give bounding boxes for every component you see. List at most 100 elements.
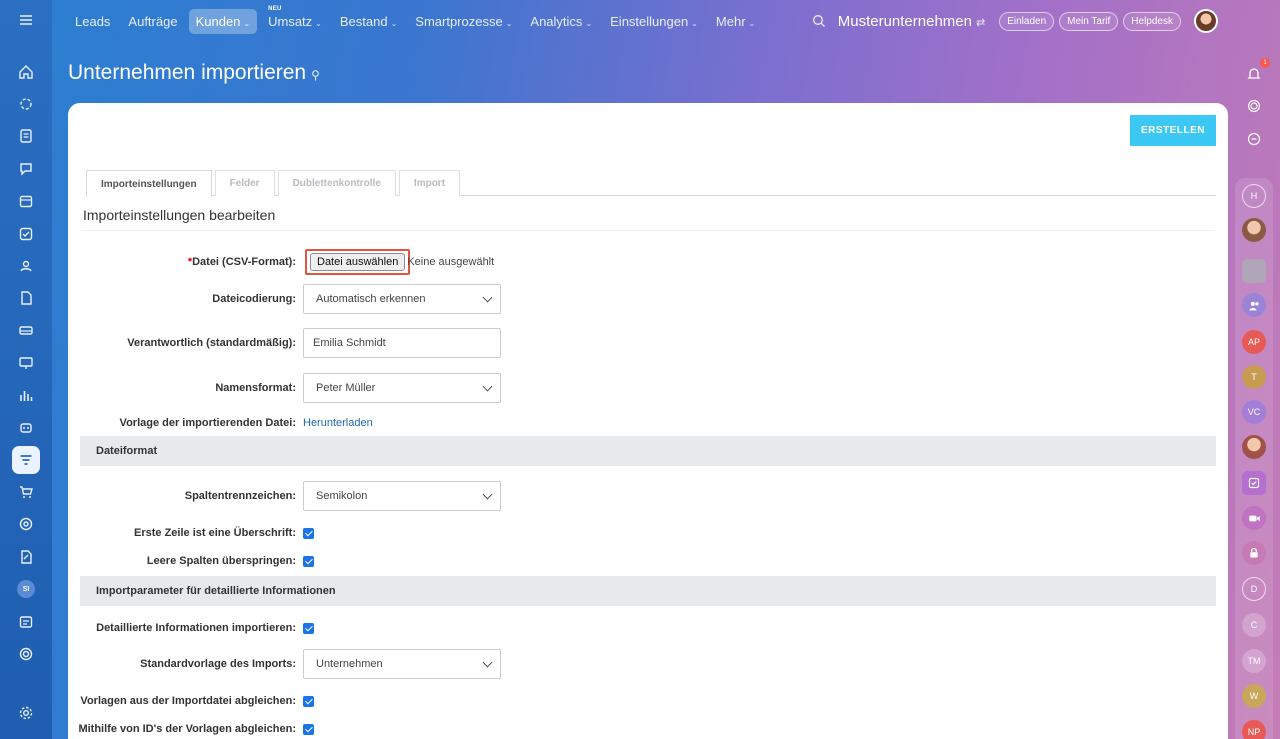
nav-item-6[interactable]: Analytics ⌄ bbox=[523, 9, 599, 34]
default-template-select[interactable]: Unternehmen bbox=[303, 649, 501, 679]
separator-select[interactable]: Semikolon bbox=[303, 481, 501, 511]
contact-w[interactable]: W bbox=[1242, 684, 1266, 708]
match-templates-checkbox[interactable] bbox=[303, 695, 314, 707]
top-navigation: Leads Aufträge Kunden ⌄ NEU Umsatz ⌄ Bestand ⌄ Sm… bbox=[52, 0, 1228, 42]
nav-label: Einstellungen bbox=[610, 13, 689, 29]
match-ids-checkbox[interactable] bbox=[303, 723, 314, 735]
download-link[interactable]: Herunterladen bbox=[303, 417, 373, 429]
chevron-down-icon: ⌄ bbox=[585, 18, 593, 28]
section-details: Importparameter für detaillierte Informa… bbox=[80, 576, 1216, 606]
nav-item-8[interactable]: Mehr ⌄ bbox=[709, 9, 762, 34]
tab-import-settings[interactable]: Importeinstellungen bbox=[86, 170, 212, 197]
document-icon[interactable] bbox=[12, 284, 40, 312]
user-avatar[interactable] bbox=[1194, 9, 1218, 33]
menu-icon[interactable] bbox=[12, 6, 40, 34]
match-templates-row: Vorlagen aus der Importdatei abgleichen: bbox=[68, 686, 768, 716]
inbox-icon[interactable] bbox=[12, 316, 40, 344]
contact-c[interactable]: C bbox=[1242, 613, 1266, 637]
shop-cart-icon[interactable] bbox=[12, 478, 40, 506]
contact-h[interactable]: H bbox=[1242, 184, 1266, 208]
separator-value: Semikolon bbox=[316, 490, 368, 502]
lock-icon[interactable] bbox=[1242, 541, 1266, 565]
company-name[interactable]: Musterunternehmen ⇄ bbox=[838, 13, 985, 30]
skipempty-row: Leere Spalten überspringen: bbox=[68, 546, 768, 576]
contact-avatar-photo[interactable] bbox=[1242, 218, 1266, 242]
contact-ap[interactable]: AP bbox=[1242, 330, 1266, 354]
contact-t[interactable]: T bbox=[1242, 365, 1266, 389]
tab-fields[interactable]: Felder bbox=[214, 170, 275, 196]
choose-file-button[interactable]: Datei auswählen bbox=[310, 253, 406, 271]
contact-vc[interactable]: VC bbox=[1242, 400, 1266, 424]
firstrow-checkbox[interactable] bbox=[303, 527, 314, 539]
tab-duplicate-control[interactable]: Dublettenkontrolle bbox=[277, 170, 396, 196]
contact-group-photo[interactable] bbox=[1242, 259, 1266, 283]
video-call-icon[interactable] bbox=[1242, 506, 1266, 530]
nav-item-0[interactable]: Leads bbox=[68, 9, 117, 34]
responsible-value: Emilia Schmidt bbox=[313, 337, 386, 349]
checklist-icon[interactable] bbox=[12, 220, 40, 248]
analytics-icon[interactable] bbox=[12, 381, 40, 409]
presentation-icon[interactable] bbox=[12, 349, 40, 377]
import-tabs: Importeinstellungen Felder Dublettenkont… bbox=[86, 170, 1216, 197]
invite-button[interactable]: Einladen bbox=[999, 11, 1055, 31]
search-icon[interactable] bbox=[812, 14, 826, 28]
feed-icon[interactable] bbox=[12, 90, 40, 118]
nav-label: Umsatz bbox=[268, 13, 313, 29]
contact-tm[interactable]: TM bbox=[1242, 649, 1266, 673]
chevron-down-icon bbox=[482, 489, 493, 500]
target-icon[interactable] bbox=[12, 510, 40, 538]
match-ids-label: Mithilfe von ID's der Vorlagen abgleiche… bbox=[78, 723, 296, 735]
fingerprint-icon[interactable] bbox=[1242, 94, 1266, 118]
group-people-icon[interactable] bbox=[1242, 293, 1266, 317]
create-button[interactable]: ERSTELLEN bbox=[1130, 115, 1216, 146]
plan-button[interactable]: Mein Tarif bbox=[1059, 11, 1119, 31]
chevron-down-icon bbox=[482, 292, 493, 303]
details-row: Detaillierte Informationen importieren: bbox=[68, 613, 768, 643]
support-icon[interactable] bbox=[12, 640, 40, 668]
contacts-icon[interactable] bbox=[12, 252, 40, 280]
search-chat-icon[interactable] bbox=[1242, 127, 1266, 151]
template-row: Vorlage der importierenden Datei: Herunt… bbox=[68, 408, 768, 438]
file-input[interactable]: Datei auswählen bbox=[305, 249, 411, 275]
left-sidebar: SI bbox=[0, 0, 52, 739]
crm-filter-icon[interactable] bbox=[12, 446, 40, 474]
encoding-select[interactable]: Automatisch erkennen bbox=[303, 284, 501, 314]
sign-document-icon[interactable] bbox=[12, 543, 40, 571]
settings-gear-icon[interactable] bbox=[12, 699, 40, 727]
task-check-icon[interactable] bbox=[1242, 471, 1266, 495]
default-template-value: Unternehmen bbox=[316, 658, 383, 670]
tasks-icon[interactable] bbox=[12, 122, 40, 150]
nameformat-select[interactable]: Peter Müller bbox=[303, 373, 501, 403]
tab-import[interactable]: Import bbox=[398, 170, 461, 196]
chat-icon[interactable] bbox=[12, 155, 40, 183]
details-checkbox[interactable] bbox=[303, 622, 314, 634]
nav-item-5[interactable]: Smartprozesse ⌄ bbox=[408, 9, 519, 34]
contact-photo-2[interactable] bbox=[1242, 435, 1266, 459]
helpdesk-button[interactable]: Helpdesk bbox=[1123, 11, 1181, 31]
nav-item-2[interactable]: Kunden ⌄ bbox=[188, 8, 258, 34]
nav-item-4[interactable]: Bestand ⌄ bbox=[333, 9, 404, 34]
contact-d[interactable]: D bbox=[1242, 577, 1266, 601]
pin-icon[interactable]: ⚲ bbox=[311, 68, 320, 82]
nav-item-3[interactable]: NEU Umsatz ⌄ bbox=[261, 6, 329, 34]
nav-label: Leads bbox=[75, 13, 111, 29]
responsible-label: Verantwortlich (standardmäßig): bbox=[127, 337, 296, 349]
chevron-down-icon bbox=[482, 657, 493, 668]
nav-item-7[interactable]: Einstellungen ⌄ bbox=[603, 9, 705, 34]
nameformat-label: Namensformat: bbox=[215, 382, 296, 394]
separator-row: Spaltentrennzeichen: Semikolon bbox=[68, 481, 768, 511]
nav-label: Mehr bbox=[715, 13, 746, 29]
right-sidebar: 1 H AP T VC D C TM W NP bbox=[1228, 42, 1280, 739]
nav-item-1[interactable]: Aufträge bbox=[121, 9, 184, 34]
robot-icon[interactable] bbox=[12, 413, 40, 441]
skipempty-checkbox[interactable] bbox=[303, 555, 314, 567]
planner-icon[interactable] bbox=[12, 608, 40, 636]
contact-np[interactable]: NP bbox=[1242, 720, 1266, 739]
calendar-icon[interactable] bbox=[12, 187, 40, 215]
user-badge[interactable]: SI bbox=[17, 580, 35, 598]
responsible-row: Verantwortlich (standardmäßig): Emilia S… bbox=[68, 328, 768, 358]
file-row: *Datei (CSV-Format): Datei auswählen Kei… bbox=[68, 247, 768, 277]
responsible-input[interactable]: Emilia Schmidt bbox=[303, 328, 501, 358]
notifications-bell-icon[interactable]: 1 bbox=[1242, 58, 1270, 86]
home-icon[interactable] bbox=[12, 58, 40, 86]
